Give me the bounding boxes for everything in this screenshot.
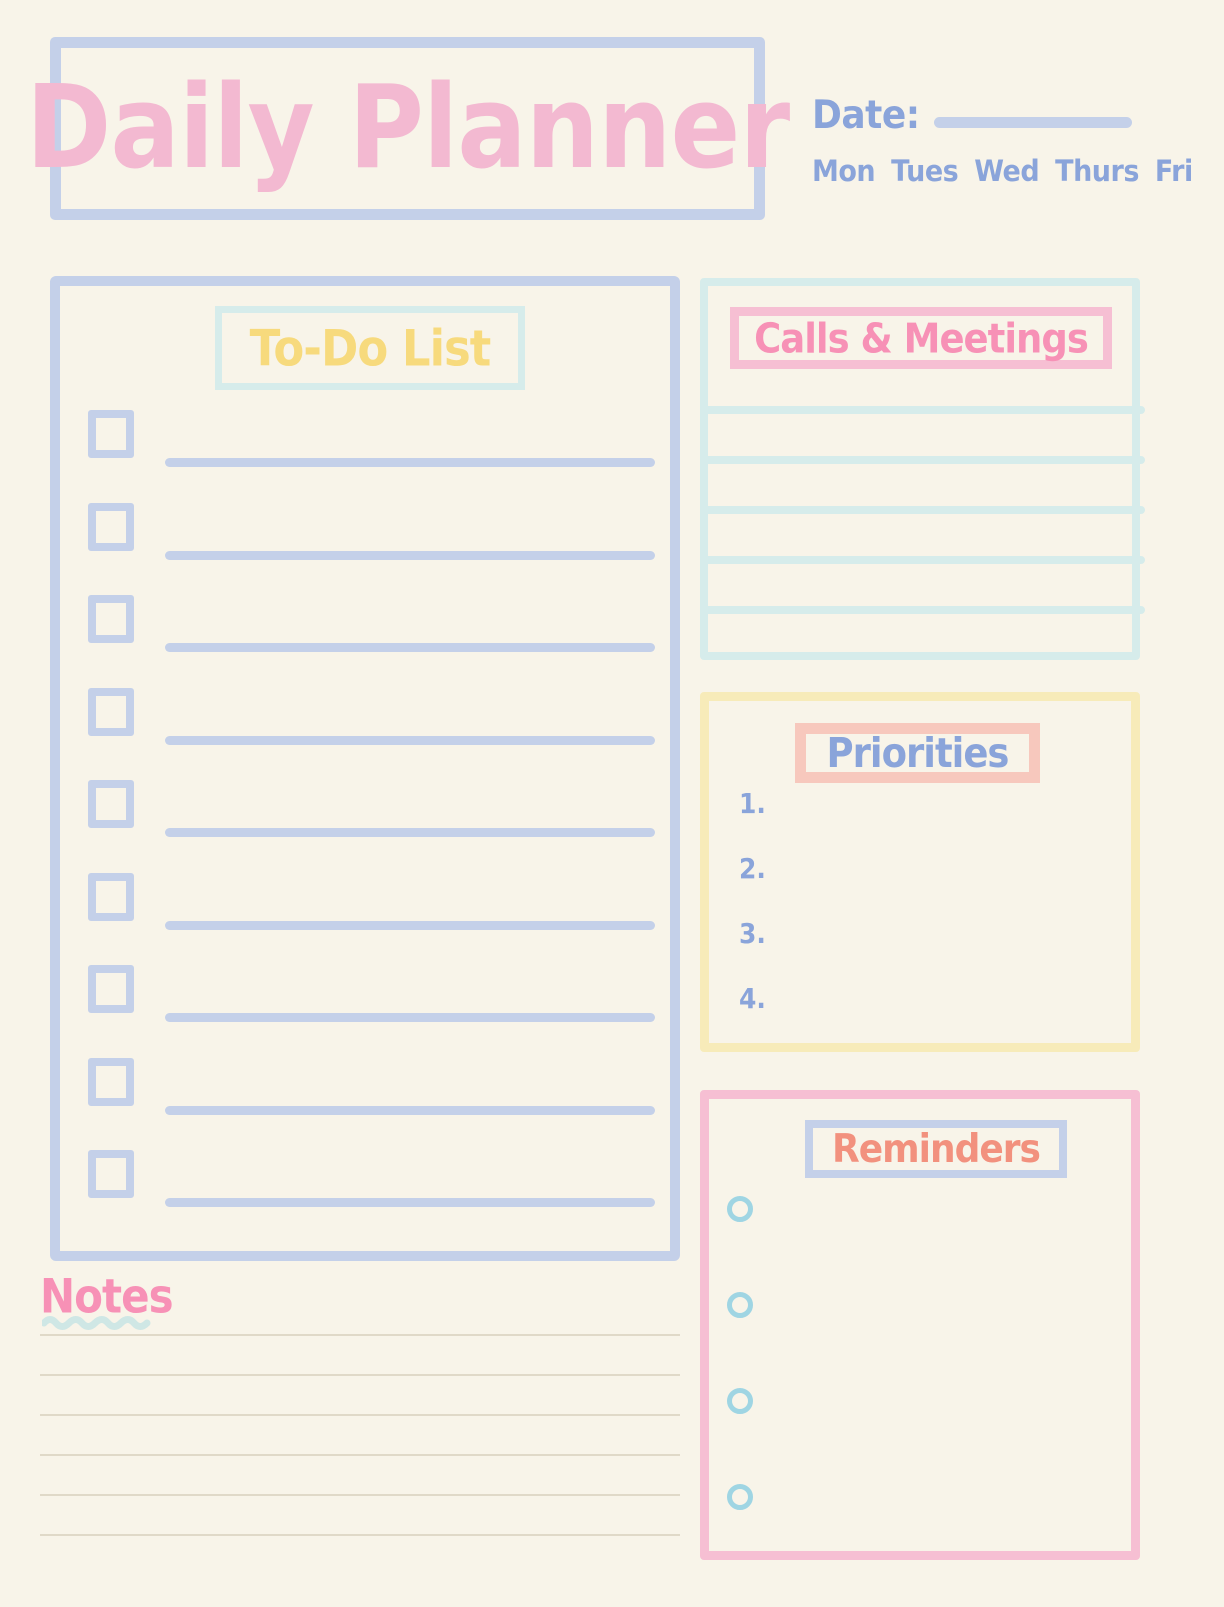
- todo-checkbox[interactable]: [88, 1150, 134, 1198]
- todo-write-line[interactable]: [165, 458, 655, 467]
- reminder-row: [727, 1292, 753, 1388]
- planner-page: Daily Planner Date: Mon Tues Wed Thurs F…: [0, 0, 1224, 1607]
- weekday-thurs[interactable]: Thurs: [1055, 154, 1139, 188]
- weekday-tues[interactable]: Tues: [891, 154, 959, 188]
- calls-write-line[interactable]: [700, 506, 1145, 514]
- todo-checkbox[interactable]: [88, 410, 134, 458]
- todo-list-heading: To-Do List: [249, 318, 492, 378]
- calls-meetings-heading-box: Calls & Meetings: [730, 307, 1112, 369]
- notes-write-line[interactable]: [40, 1534, 680, 1536]
- todo-write-line[interactable]: [165, 735, 655, 745]
- todo-list-heading-box: To-Do List: [215, 306, 525, 390]
- weekday-mon[interactable]: Mon: [812, 154, 876, 188]
- todo-checkbox[interactable]: [88, 1057, 134, 1106]
- todo-write-line[interactable]: [165, 828, 655, 837]
- todo-write-line[interactable]: [165, 643, 655, 652]
- calls-meetings-lines: [700, 406, 1148, 656]
- calls-write-line[interactable]: [700, 456, 1145, 464]
- calls-meetings-heading: Calls & Meetings: [754, 314, 1089, 362]
- todo-row: [60, 1142, 670, 1235]
- circle-checkbox-icon[interactable]: [727, 1196, 753, 1222]
- todo-checkbox[interactable]: [88, 965, 134, 1013]
- notes-write-line[interactable]: [40, 1494, 680, 1496]
- reminders-heading: Reminders: [832, 1126, 1041, 1172]
- todo-rows: [60, 402, 670, 1235]
- calls-meetings-panel: Calls & Meetings: [700, 278, 1145, 660]
- todo-row: [60, 495, 670, 588]
- circle-checkbox-icon[interactable]: [727, 1292, 753, 1318]
- todo-checkbox[interactable]: [88, 687, 134, 736]
- todo-checkbox[interactable]: [88, 502, 134, 551]
- todo-checkbox[interactable]: [88, 780, 134, 828]
- notes-heading-wrap: Notes: [40, 1269, 174, 1330]
- reminder-row: [727, 1388, 753, 1484]
- circle-checkbox-icon[interactable]: [727, 1388, 753, 1414]
- notes-write-line[interactable]: [40, 1374, 680, 1376]
- todo-write-line[interactable]: [165, 1105, 655, 1115]
- todo-row: [60, 772, 670, 865]
- page-title: Daily Planner: [25, 60, 790, 196]
- calls-write-line[interactable]: [700, 556, 1145, 564]
- priorities-heading: Priorities: [826, 729, 1010, 777]
- reminders-heading-box: Reminders: [805, 1120, 1067, 1178]
- reminders-items: [727, 1196, 753, 1580]
- todo-checkbox[interactable]: [88, 872, 134, 921]
- todo-row: [60, 865, 670, 958]
- circle-checkbox-icon[interactable]: [727, 1484, 753, 1510]
- priority-item-1[interactable]: 1.: [739, 788, 766, 860]
- calls-write-line[interactable]: [700, 406, 1145, 414]
- todo-row: [60, 587, 670, 680]
- todo-row: [60, 1050, 670, 1143]
- reminder-row: [727, 1484, 753, 1580]
- todo-row: [60, 680, 670, 773]
- todo-row: [60, 957, 670, 1050]
- reminder-row: [727, 1196, 753, 1292]
- priority-item-4[interactable]: 4.: [739, 983, 766, 1055]
- squiggle-underline-icon: [42, 1316, 151, 1330]
- priorities-panel: Priorities 1. 2. 3. 4.: [700, 692, 1140, 1052]
- todo-write-line[interactable]: [165, 920, 655, 930]
- priority-item-2[interactable]: 2.: [739, 853, 766, 925]
- todo-write-line[interactable]: [165, 1198, 655, 1207]
- todo-row: [60, 402, 670, 495]
- priority-item-3[interactable]: 3.: [739, 918, 766, 990]
- calls-write-line[interactable]: [700, 606, 1145, 614]
- reminders-panel: Reminders: [700, 1090, 1140, 1560]
- priorities-items: 1. 2. 3. 4.: [739, 788, 766, 1051]
- notes-write-line[interactable]: [40, 1454, 680, 1456]
- notes-lines: [40, 1334, 680, 1574]
- date-row: Date:: [812, 92, 1132, 139]
- todo-checkbox[interactable]: [88, 595, 134, 643]
- todo-write-line[interactable]: [165, 550, 655, 560]
- planner-title-box: Daily Planner: [26, 37, 790, 220]
- date-input-line[interactable]: [933, 117, 1132, 128]
- notes-write-line[interactable]: [40, 1334, 680, 1336]
- weekday-selector: Mon Tues Wed Thurs Fri: [812, 154, 1193, 188]
- weekday-fri[interactable]: Fri: [1155, 154, 1193, 188]
- priorities-heading-box: Priorities: [795, 723, 1040, 783]
- date-label: Date:: [812, 92, 920, 139]
- todo-write-line[interactable]: [165, 1013, 655, 1022]
- todo-list-panel: To-Do List: [50, 276, 680, 1261]
- weekday-wed[interactable]: Wed: [974, 154, 1039, 188]
- notes-write-line[interactable]: [40, 1414, 680, 1416]
